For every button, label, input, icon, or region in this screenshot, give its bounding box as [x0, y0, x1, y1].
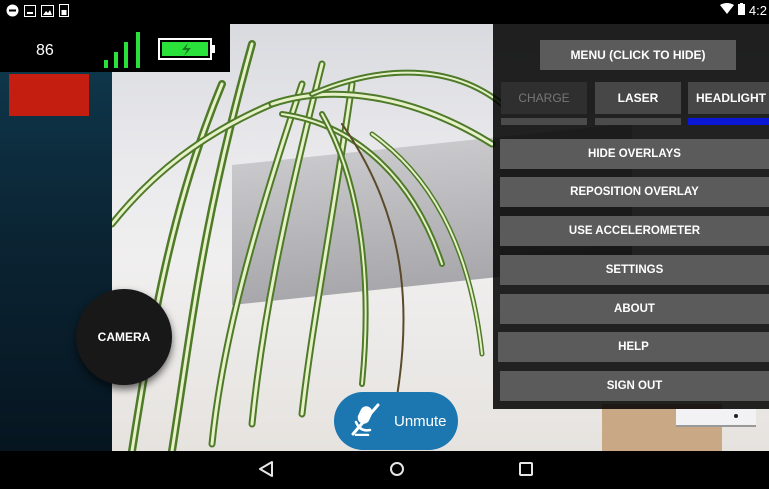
help-button[interactable]: HELP	[498, 332, 769, 362]
back-icon[interactable]	[258, 460, 274, 483]
speed-readout: 86	[36, 42, 54, 59]
use-accelerometer-label: USE ACCELEROMETER	[568, 225, 701, 237]
battery-icon	[737, 3, 745, 18]
camera-button-label: CAMERA	[97, 330, 151, 344]
gallery-icon	[41, 4, 54, 22]
tab-charge-label: CHARGE	[518, 91, 570, 105]
battery-charging-icon	[158, 38, 216, 60]
clock: 4:2	[748, 3, 767, 18]
tab-headlight[interactable]: HEADLIGHT	[688, 82, 769, 114]
reposition-overlay-button[interactable]: REPOSITION OVERLAY	[500, 177, 769, 207]
settings-label: SETTINGS	[605, 264, 664, 276]
tab-headlight-label: HEADLIGHT	[696, 91, 766, 105]
menu-toggle-button[interactable]: MENU (CLICK TO HIDE)	[540, 40, 736, 70]
battery-saver-icon	[59, 4, 69, 22]
tab-charge-indicator	[501, 118, 587, 125]
tab-headlight-indicator	[688, 118, 769, 125]
microphone-muted-icon	[350, 402, 380, 440]
signal-strength-icon	[104, 32, 144, 70]
alert-indicator	[9, 74, 89, 116]
record-icon	[6, 4, 19, 22]
home-icon[interactable]	[389, 460, 405, 483]
sign-out-button[interactable]: SIGN OUT	[500, 371, 769, 401]
tab-laser-label: LASER	[617, 91, 659, 105]
tab-charge[interactable]: CHARGE	[501, 82, 587, 114]
overlay-dot	[734, 414, 738, 418]
sign-out-label: SIGN OUT	[606, 380, 663, 392]
recents-icon[interactable]	[518, 460, 534, 483]
settings-button[interactable]: SETTINGS	[500, 255, 769, 285]
camera-button[interactable]: CAMERA	[76, 289, 172, 385]
help-label: HELP	[618, 341, 649, 353]
about-label: ABOUT	[614, 303, 655, 315]
tab-laser-indicator	[595, 118, 681, 125]
unmute-button[interactable]: Unmute	[334, 392, 458, 450]
image-icon	[24, 4, 36, 22]
menu-toggle-label: MENU (CLICK TO HIDE)	[570, 48, 706, 62]
use-accelerometer-button[interactable]: USE ACCELEROMETER	[500, 216, 769, 246]
about-button[interactable]: ABOUT	[500, 294, 769, 324]
hide-overlays-label: HIDE OVERLAYS	[588, 148, 681, 160]
hide-overlays-button[interactable]: HIDE OVERLAYS	[500, 139, 769, 169]
unmute-label: Unmute	[394, 412, 447, 430]
reposition-overlay-label: REPOSITION OVERLAY	[570, 186, 699, 198]
wifi-icon	[719, 3, 734, 18]
mini-overlay[interactable]	[676, 409, 756, 427]
status-bar: 4:2	[0, 0, 769, 24]
navigation-bar	[0, 452, 769, 489]
tab-laser[interactable]: LASER	[595, 82, 681, 114]
